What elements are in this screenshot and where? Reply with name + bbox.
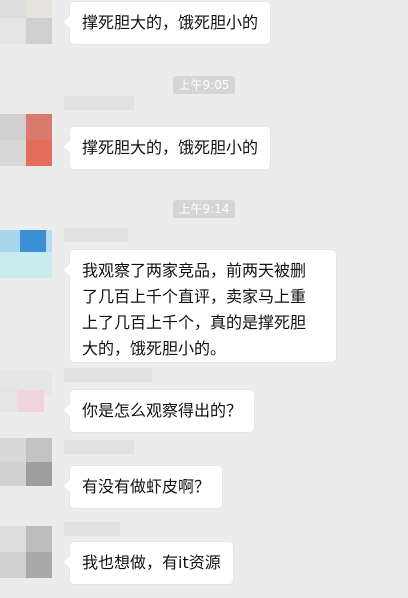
message-text: 撑死胆大的，饿死胆小的 xyxy=(82,13,259,32)
message-text: 你是怎么观察得出的？ xyxy=(82,401,243,420)
message-text: 撑死胆大的，饿死胆小的 xyxy=(82,138,259,157)
message-row: 撑死胆大的，饿死胆小的 xyxy=(0,0,408,46)
avatar[interactable] xyxy=(0,230,52,282)
message-text: 我观察了两家竞品，前两天被删 了几百上千个直评，卖家马上重 上了几百上千个，真的… xyxy=(82,261,307,358)
avatar[interactable] xyxy=(0,0,52,44)
timestamp: 上午9:05 xyxy=(0,74,408,94)
message-row: 我也想做，有it资源 xyxy=(0,518,408,598)
message-row: 有没有做虾皮啊？ xyxy=(0,438,408,510)
message-row: 你是怎么观察得出的？ xyxy=(0,368,408,434)
timestamp: 上午9:14 xyxy=(0,198,408,218)
sender-name-blurred xyxy=(64,228,128,242)
timestamp-label: 上午9:14 xyxy=(172,200,236,218)
message-bubble[interactable]: 我也想做，有it资源 xyxy=(64,542,233,584)
message-bubble[interactable]: 撑死胆大的，饿死胆小的 xyxy=(63,127,271,169)
sender-name-blurred xyxy=(64,96,134,110)
message-bubble[interactable]: 我观察了两家竞品，前两天被删 了几百上千个直评，卖家马上重 上了几百上千个，真的… xyxy=(64,250,336,362)
message-text: 有没有做虾皮啊？ xyxy=(82,477,211,496)
sender-name-blurred xyxy=(64,440,134,454)
message-bubble[interactable]: 有没有做虾皮啊？ xyxy=(63,466,223,508)
message-text: 我也想做，有it资源 xyxy=(82,553,221,572)
chat-window[interactable]: 撑死胆大的，饿死胆小的 上午9:05 撑死胆大的，饿死胆小的 上午9:14 我观… xyxy=(0,0,408,598)
message-row: 撑死胆大的，饿死胆小的 xyxy=(0,96,408,176)
message-bubble[interactable]: 你是怎么观察得出的？ xyxy=(63,390,255,432)
avatar[interactable] xyxy=(0,370,52,422)
message-row: 我观察了两家竞品，前两天被删 了几百上千个直评，卖家马上重 上了几百上千个，真的… xyxy=(0,226,408,362)
avatar[interactable] xyxy=(0,114,52,166)
sender-name-blurred xyxy=(64,368,152,382)
sender-name-blurred xyxy=(64,522,120,536)
message-bubble[interactable]: 撑死胆大的，饿死胆小的 xyxy=(63,2,271,44)
avatar[interactable] xyxy=(0,438,52,490)
avatar[interactable] xyxy=(0,526,52,578)
timestamp-label: 上午9:05 xyxy=(172,76,236,94)
